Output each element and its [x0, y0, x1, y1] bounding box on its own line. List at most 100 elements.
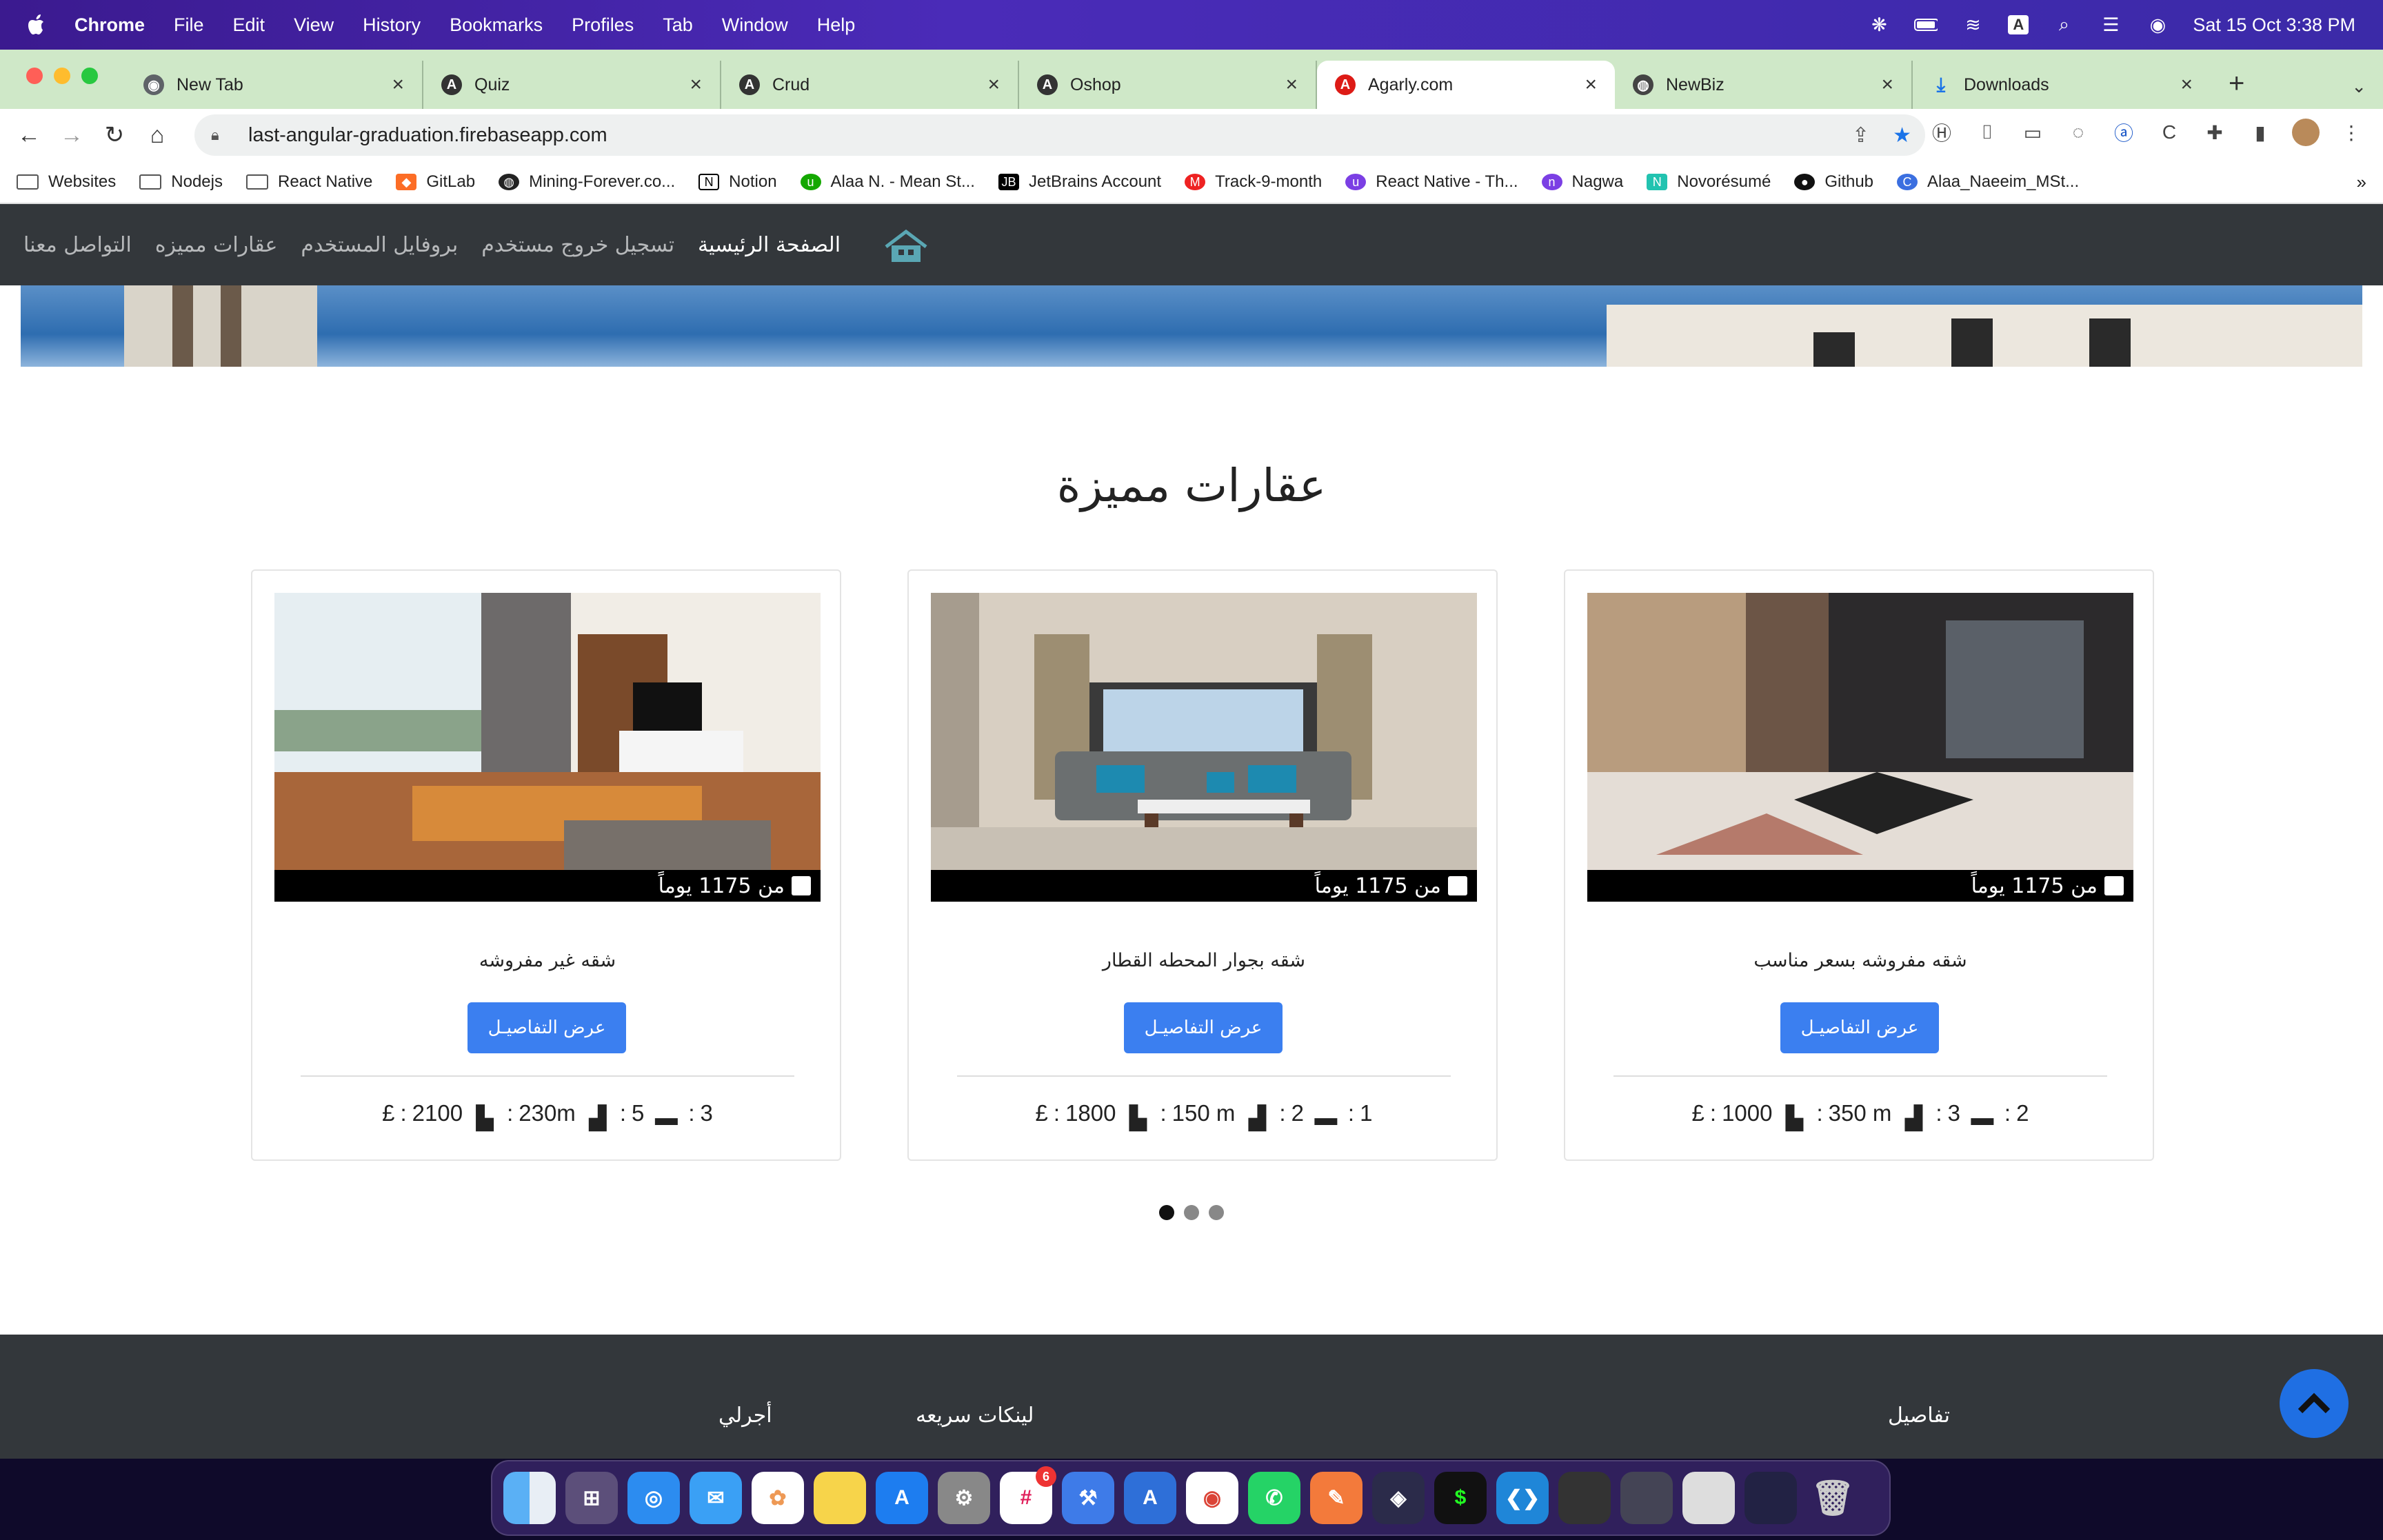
close-tab-icon[interactable]: ×	[1881, 73, 1893, 97]
close-window-button[interactable]	[26, 68, 43, 84]
avatar[interactable]	[2292, 119, 2320, 146]
reload-icon[interactable]: ↻	[101, 121, 128, 149]
tab-downloads[interactable]: ⤓ Downloads ×	[1913, 61, 2211, 109]
tab-new-tab[interactable]: ◉ New Tab ×	[125, 61, 423, 109]
window-preview-icon[interactable]	[1744, 1472, 1797, 1524]
trash-icon[interactable]: 🗑︎	[1807, 1472, 1859, 1524]
view-details-button[interactable]: عرض التفاصيـل	[467, 1002, 626, 1053]
extension-icon[interactable]: ◌	[2064, 119, 2092, 146]
app-store-icon[interactable]: A	[876, 1472, 928, 1524]
bookmark-react-native-th[interactable]: u React Native - Th...	[1345, 172, 1518, 192]
system-settings-icon[interactable]: ⚙	[938, 1472, 990, 1524]
bookmark-mining-forever[interactable]: ◍ Mining-Forever.co...	[499, 172, 675, 192]
bookmark-track[interactable]: M Track-9-month	[1185, 172, 1322, 192]
carousel-dot[interactable]	[1159, 1205, 1174, 1220]
nav-contact[interactable]: التواصل معنا	[23, 233, 132, 257]
nav-featured[interactable]: عقارات مميزه	[155, 233, 278, 257]
nav-logout[interactable]: تسجيل خروج مستخدم	[481, 233, 674, 257]
menu-window[interactable]: Window	[722, 14, 788, 36]
sketch-pen-icon[interactable]: ✎	[1310, 1472, 1363, 1524]
control-center-icon[interactable]: ☰	[2099, 14, 2122, 35]
close-tab-icon[interactable]: ×	[987, 73, 1000, 97]
carousel-dot[interactable]	[1209, 1205, 1224, 1220]
address-bar-url[interactable]: last-angular-graduation.firebaseapp.com	[248, 124, 607, 147]
bookmark-websites[interactable]: Websites	[17, 172, 116, 192]
chrome-icon[interactable]: ◉	[1186, 1472, 1238, 1524]
bookmark-nodejs[interactable]: Nodejs	[139, 172, 223, 192]
terminal-icon[interactable]: $	[1434, 1472, 1487, 1524]
menu-profiles[interactable]: Profiles	[572, 14, 634, 36]
more-bookmarks-icon[interactable]: »	[2357, 172, 2366, 193]
xcode-icon[interactable]: ⚒	[1062, 1472, 1114, 1524]
menu-file[interactable]: File	[174, 14, 204, 36]
nav-home[interactable]: الصفحة الرئيسية	[698, 233, 841, 257]
cast-icon[interactable]: ▭	[2019, 119, 2047, 146]
menu-history[interactable]: History	[363, 14, 421, 36]
nav-profile[interactable]: بروفايل المستخدم	[301, 233, 458, 257]
house-logo-icon[interactable]	[882, 226, 930, 263]
zoom-window-button[interactable]	[81, 68, 98, 84]
tab-oshop[interactable]: A Oshop ×	[1019, 61, 1317, 109]
bookmark-jetbrains[interactable]: JB JetBrains Account	[998, 172, 1161, 192]
bookmark-novoresume[interactable]: N Novorésumé	[1647, 172, 1771, 192]
siri-icon[interactable]: ◉	[2146, 14, 2169, 35]
more-icon[interactable]: ⋮	[2337, 119, 2365, 146]
menu-tab[interactable]: Tab	[663, 14, 693, 36]
spotlight-search-icon[interactable]: ⌕	[2052, 14, 2075, 34]
wifi-icon[interactable]: ≋	[1961, 14, 1984, 35]
extension-c-icon[interactable]: C	[2155, 119, 2183, 146]
menu-view[interactable]: View	[294, 14, 334, 36]
close-tab-icon[interactable]: ×	[392, 73, 404, 97]
extension-status-icon[interactable]: ❋	[1867, 14, 1891, 35]
tab-crud[interactable]: A Crud ×	[721, 61, 1019, 109]
extension-h-icon[interactable]: Ⓗ	[1928, 119, 1955, 146]
camera-icon[interactable]: ⌷	[1973, 119, 2001, 146]
whatsapp-icon[interactable]: ✆	[1248, 1472, 1300, 1524]
view-details-button[interactable]: عرض التفاصيـل	[1124, 1002, 1283, 1053]
minimize-window-button[interactable]	[54, 68, 70, 84]
launchpad-icon[interactable]: ⊞	[565, 1472, 618, 1524]
close-tab-icon[interactable]: ×	[1285, 73, 1298, 97]
property-image-living-room[interactable]	[931, 593, 1477, 870]
window-preview-icon[interactable]	[1682, 1472, 1735, 1524]
forward-arrow-icon[interactable]: →	[58, 121, 86, 149]
bookmark-alaa-msts[interactable]: C Alaa_Naeeim_MSt...	[1897, 172, 2079, 192]
menu-app-name[interactable]: Chrome	[74, 14, 145, 36]
menu-bookmarks[interactable]: Bookmarks	[450, 14, 543, 36]
menu-help[interactable]: Help	[817, 14, 856, 36]
property-image-lobby[interactable]	[1587, 593, 2133, 870]
menu-edit[interactable]: Edit	[233, 14, 265, 36]
window-preview-icon[interactable]	[1620, 1472, 1673, 1524]
battery-icon[interactable]	[1914, 15, 1938, 34]
property-image-apartment[interactable]	[274, 593, 821, 870]
lock-icon[interactable]: 🔒︎	[211, 126, 230, 144]
tab-quiz[interactable]: A Quiz ×	[423, 61, 721, 109]
puzzle-icon[interactable]: ✚	[2201, 119, 2229, 146]
back-arrow-icon[interactable]: ←	[15, 121, 43, 149]
mail-icon[interactable]: ✉	[690, 1472, 742, 1524]
window-preview-icon[interactable]	[1558, 1472, 1611, 1524]
safari-icon[interactable]: ◎	[627, 1472, 680, 1524]
scroll-to-top-button[interactable]	[2280, 1369, 2349, 1438]
view-details-button[interactable]: عرض التفاصيـل	[1780, 1002, 1939, 1053]
close-tab-icon[interactable]: ×	[2180, 73, 2193, 97]
notes-icon[interactable]	[814, 1472, 866, 1524]
carousel-dot[interactable]	[1184, 1205, 1199, 1220]
bookmark-react-native[interactable]: React Native	[245, 172, 372, 192]
simulator-icon[interactable]: A	[1124, 1472, 1176, 1524]
close-tab-icon[interactable]: ×	[690, 73, 702, 97]
bookmark-upwork[interactable]: u Alaa N. - Mean St...	[800, 172, 975, 192]
vscode-icon[interactable]: ❮❯	[1496, 1472, 1549, 1524]
new-tab-button[interactable]: +	[2229, 68, 2244, 99]
address-bar[interactable]: 🔒︎ last-angular-graduation.firebaseapp.c…	[194, 114, 1925, 156]
bookmark-github[interactable]: ● Github	[1794, 172, 1873, 192]
input-source-icon[interactable]: A	[2008, 15, 2029, 34]
finder-icon[interactable]	[503, 1472, 556, 1524]
home-icon[interactable]: ⌂	[143, 121, 171, 149]
extension-a-icon[interactable]: ⓐ	[2110, 119, 2138, 146]
bookmark-nagwa[interactable]: n Nagwa	[1541, 172, 1623, 192]
close-tab-icon[interactable]: ×	[1585, 73, 1597, 97]
sidebar-icon[interactable]: ▮	[2246, 119, 2274, 146]
bookmark-gitlab[interactable]: ◆ GitLab	[396, 172, 475, 192]
slack-icon[interactable]: #6	[1000, 1466, 1056, 1524]
